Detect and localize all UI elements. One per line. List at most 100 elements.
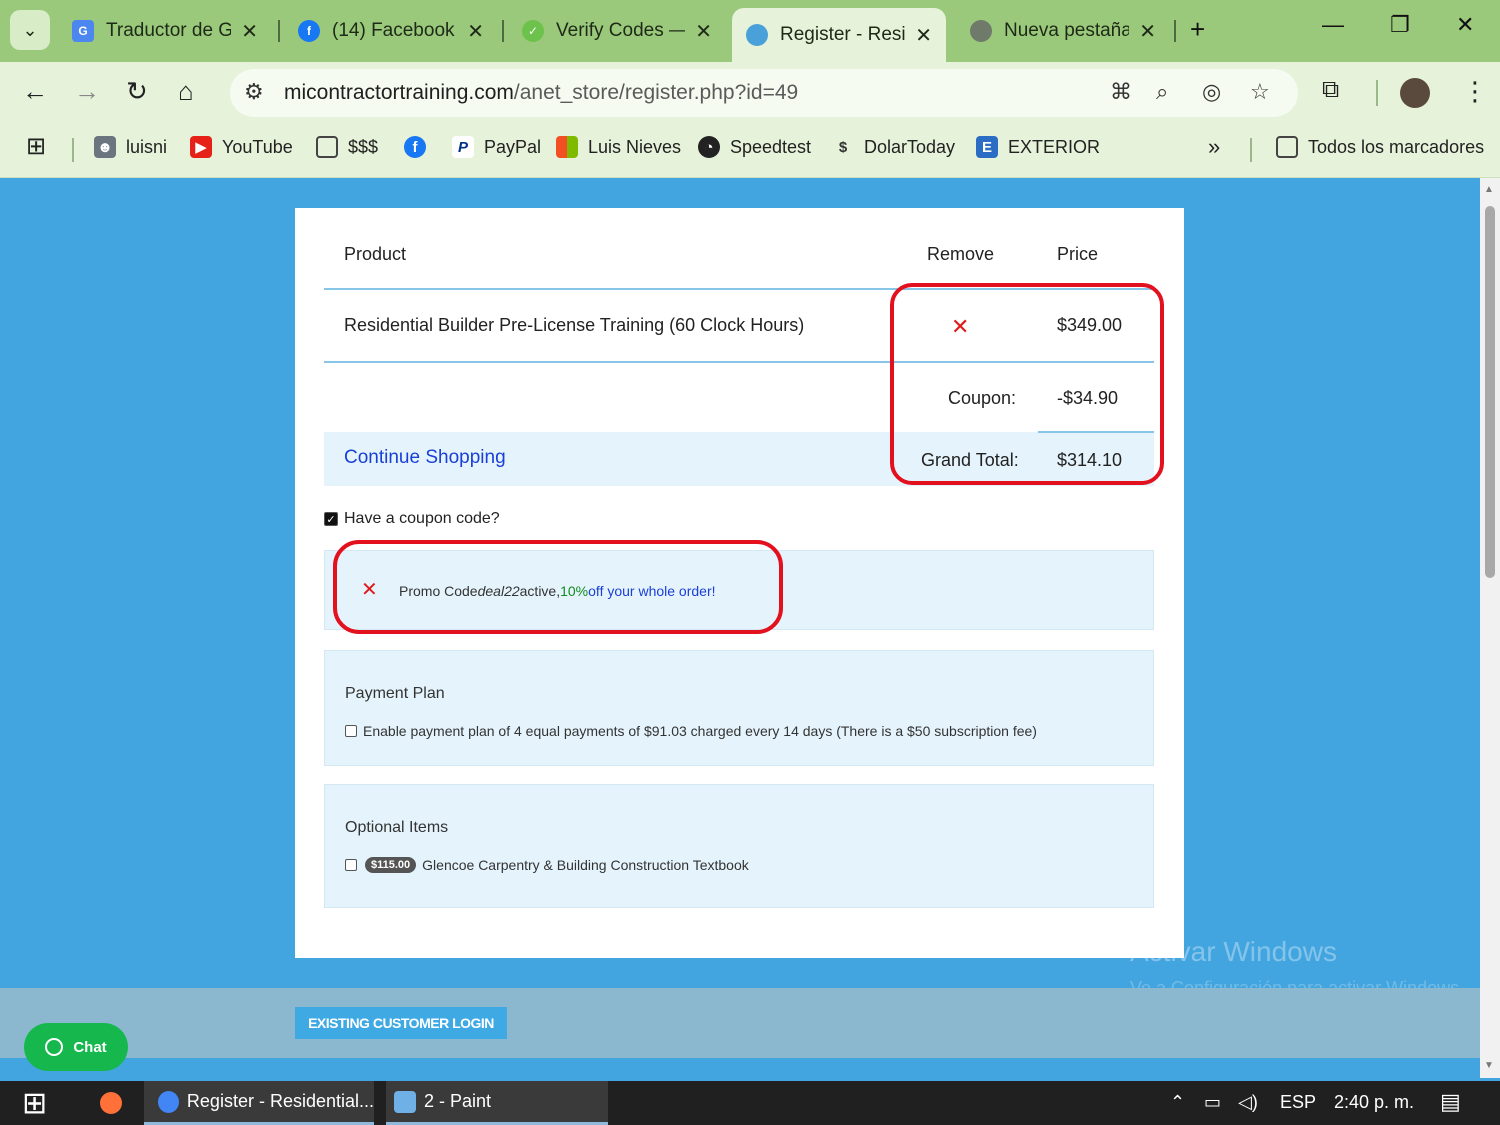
address-bar[interactable]: ⚙ micontractortraining.com/anet_store/re… xyxy=(230,69,1298,117)
close-window-icon[interactable]: ✕ xyxy=(1456,12,1474,38)
paint-icon xyxy=(394,1090,416,1113)
site-icon xyxy=(746,24,768,46)
payment-plan-panel: Payment Plan Enable payment plan of 4 eq… xyxy=(324,650,1154,766)
url-text[interactable]: micontractortraining.com/anet_store/regi… xyxy=(284,81,798,105)
network-icon[interactable]: ▭ xyxy=(1204,1092,1221,1113)
optional-item-checkbox[interactable] xyxy=(345,859,357,871)
col-header-remove: Remove xyxy=(927,244,995,264)
page-content: Product Remove Price Residential Builder… xyxy=(0,178,1480,1078)
close-tab-icon[interactable]: ✕ xyxy=(1139,19,1156,44)
chevron-down-icon: ⌄ xyxy=(22,19,38,40)
home-icon[interactable]: ⌂ xyxy=(178,76,194,107)
tab-new[interactable]: Nueva pestaña ✕ xyxy=(956,8,1170,54)
start-grid-icon[interactable]: ⊞ xyxy=(22,1081,47,1125)
apps-grid-icon[interactable]: ⊞ xyxy=(26,132,46,161)
windows-taskbar: ⊞ Register - Residential... 2 - Paint ⌃ … xyxy=(0,1081,1500,1125)
existing-customer-login-button[interactable]: EXISTING CUSTOMER LOGIN xyxy=(295,1007,507,1039)
google-translate-icon: G xyxy=(72,20,94,42)
volume-icon[interactable]: ◁) xyxy=(1238,1092,1258,1113)
tab-separator xyxy=(502,20,504,42)
language-indicator[interactable]: ESP xyxy=(1280,1092,1316,1113)
close-tab-icon[interactable]: ✕ xyxy=(467,19,484,44)
tray-chevron-icon[interactable]: ⌃ xyxy=(1170,1092,1185,1113)
taskbar-paint[interactable]: 2 - Paint xyxy=(386,1081,608,1125)
minimize-icon[interactable]: — xyxy=(1322,12,1344,38)
payment-plan-checkbox[interactable] xyxy=(345,725,357,737)
bookmark-facebook[interactable]: f xyxy=(404,136,436,158)
coupon-toggle[interactable]: ✓ Have a coupon code? xyxy=(324,510,500,528)
col-header-price: Price xyxy=(1057,244,1099,264)
site-settings-icon[interactable]: ⚙ xyxy=(244,79,264,105)
taskbar-chrome-register[interactable]: Register - Residential... xyxy=(144,1081,374,1125)
firefox-icon[interactable] xyxy=(100,1081,130,1125)
paypal-icon: P xyxy=(452,136,474,158)
browser-tab-bar: ⌄ G Traductor de Go ✕ f (14) Facebook ✕ … xyxy=(0,0,1500,62)
back-icon[interactable]: ← xyxy=(22,76,48,107)
chat-bubble-icon xyxy=(45,1038,64,1056)
tab-verify-codes[interactable]: ✓ Verify Codes — ✕ xyxy=(508,8,726,54)
bookmark-separator xyxy=(1250,138,1252,162)
star-icon[interactable]: ☆ xyxy=(1250,79,1270,105)
folder-icon xyxy=(1276,136,1298,158)
user-icon: ☻ xyxy=(94,136,116,158)
bookmark-luis-nieves[interactable]: Luis Nieves xyxy=(556,136,681,158)
price-badge: $115.00 xyxy=(365,857,417,873)
login-strip: EXISTING CUSTOMER LOGIN xyxy=(0,988,1480,1058)
page-scrollbar[interactable]: ▲ ▼ xyxy=(1480,178,1500,1078)
forward-icon[interactable]: → xyxy=(74,76,100,107)
youtube-icon: ▶ xyxy=(190,136,212,158)
dolar-icon: $ xyxy=(838,138,848,156)
bookmark-exterior[interactable]: E EXTERIOR xyxy=(976,136,1100,158)
reload-icon[interactable]: ↻ xyxy=(126,76,148,107)
activation-watermark: Activar Windows xyxy=(1130,936,1337,967)
bookmark-folder-money[interactable]: $$$ xyxy=(316,136,378,158)
tab-facebook[interactable]: f (14) Facebook ✕ xyxy=(284,8,498,54)
avatar[interactable] xyxy=(1400,78,1430,108)
red-highlight-totals xyxy=(890,283,1164,485)
microsoft-icon xyxy=(556,136,578,158)
facebook-icon: f xyxy=(404,136,426,158)
optional-items-title: Optional Items xyxy=(345,819,449,836)
close-tab-icon[interactable]: ✕ xyxy=(695,19,712,44)
chrome-icon xyxy=(970,20,992,42)
cart-card: Product Remove Price Residential Builder… xyxy=(295,208,1184,958)
chrome-icon xyxy=(158,1090,179,1113)
scroll-thumb[interactable] xyxy=(1485,206,1495,578)
col-header-product: Product xyxy=(344,244,407,264)
translate-icon[interactable]: ⌘ xyxy=(1110,79,1132,105)
notifications-icon[interactable]: ▤ xyxy=(1440,1089,1461,1115)
all-bookmarks[interactable]: Todos los marcadores xyxy=(1276,136,1484,158)
checkbox-checked[interactable]: ✓ xyxy=(324,512,338,526)
tab-translate[interactable]: G Traductor de Go ✕ xyxy=(58,8,272,54)
tab-separator xyxy=(278,20,280,42)
chat-button[interactable]: Chat xyxy=(24,1023,128,1071)
bookmark-dolartoday[interactable]: $ DolarToday xyxy=(832,136,955,158)
tab-separator xyxy=(1174,20,1176,42)
menu-icon[interactable]: ⋮ xyxy=(1462,76,1488,107)
more-bookmarks-icon[interactable]: » xyxy=(1208,134,1220,160)
scroll-down-icon[interactable]: ▼ xyxy=(1484,1060,1494,1071)
close-tab-icon[interactable]: ✕ xyxy=(241,19,258,44)
payment-plan-option[interactable]: Enable payment plan of 4 equal payments … xyxy=(345,723,1037,739)
tab-register[interactable]: Register - Resid ✕ xyxy=(732,8,946,62)
optional-item-row[interactable]: $115.00 Glencoe Carpentry & Building Con… xyxy=(345,857,749,873)
bookmark-paypal[interactable]: P PayPal xyxy=(452,136,541,158)
clock[interactable]: 2:40 p. m. xyxy=(1334,1092,1414,1113)
extensions-icon[interactable]: ⧉ xyxy=(1322,76,1339,104)
tab-search-button[interactable]: ⌄ xyxy=(10,10,50,50)
bookmarks-bar: ⊞ ☻ luisni ▶ YouTube $$$ f P PayPal Luis Ni… xyxy=(0,124,1500,178)
eye-off-icon[interactable]: ◎ xyxy=(1202,79,1221,105)
folder-icon xyxy=(316,136,338,158)
bookmark-speedtest[interactable]: ◔ Speedtest xyxy=(698,136,811,158)
close-tab-icon[interactable]: ✕ xyxy=(915,23,932,48)
bookmark-youtube[interactable]: ▶ YouTube xyxy=(190,136,293,158)
browser-toolbar: ← → ↻ ⌂ ⚙ micontractortraining.com/anet_… xyxy=(0,62,1500,124)
bookmark-luisni[interactable]: ☻ luisni xyxy=(94,136,167,158)
continue-shopping-link[interactable]: Continue Shopping xyxy=(344,447,506,469)
scroll-up-icon[interactable]: ▲ xyxy=(1484,184,1494,195)
new-tab-icon[interactable]: + xyxy=(1190,14,1205,45)
cart-item-name: Residential Builder Pre-License Training… xyxy=(344,315,805,335)
zoom-icon[interactable]: ⌕ xyxy=(1156,79,1168,105)
payment-plan-title: Payment Plan xyxy=(345,685,445,702)
restore-icon[interactable]: ❐ xyxy=(1390,12,1410,38)
